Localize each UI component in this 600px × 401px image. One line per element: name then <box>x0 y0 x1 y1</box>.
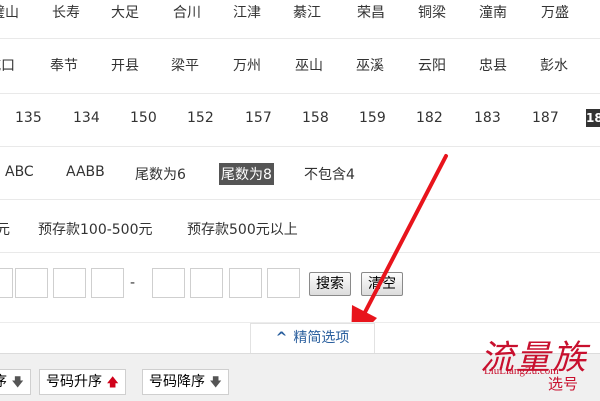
sort-desc-label: 号码降序 <box>149 374 205 390</box>
arrow-down-icon: 🡇 <box>209 375 222 389</box>
sort-desc-button[interactable]: 号码降序 🡇 <box>142 369 229 395</box>
arrow-down-icon: 🡇 <box>11 375 24 389</box>
sort-asc-label: 号码升序 <box>46 374 102 390</box>
arrow-up-icon: 🡅 <box>106 375 119 389</box>
sort-partial-label: 序 <box>0 374 7 390</box>
watermark-tag: 选号 <box>548 375 579 393</box>
toggle-options-tab[interactable]: ^ 精简选项 <box>250 323 375 353</box>
sort-asc-button[interactable]: 号码升序 🡅 <box>39 369 126 395</box>
annotation-arrow-shaft <box>360 154 448 320</box>
sort-partial-button[interactable]: 序 🡇 <box>0 369 31 395</box>
toggle-options-label: 精简选项 <box>293 330 350 346</box>
chevron-up-icon: ^ <box>275 330 288 346</box>
